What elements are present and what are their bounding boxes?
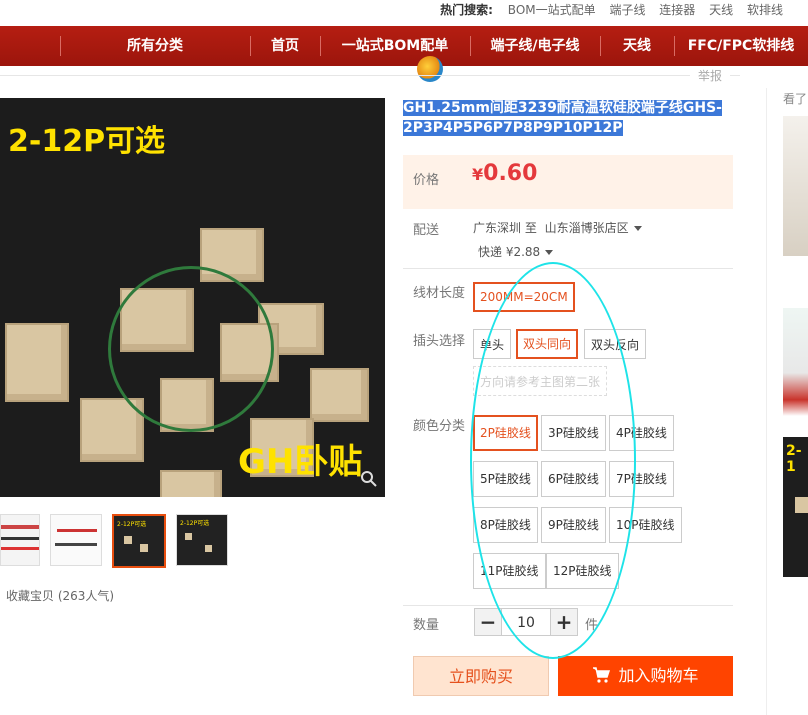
- shipping-route: 广东深圳 至 山东淄博张店区: [473, 219, 642, 236]
- side-recommend-label: 看了: [783, 92, 808, 106]
- plug-option-double-same[interactable]: 双头同向: [516, 329, 579, 359]
- thumbnail-1[interactable]: [0, 514, 40, 566]
- zoom-icon[interactable]: [360, 470, 378, 488]
- add-to-cart-button[interactable]: 加入购物车: [558, 656, 733, 696]
- divider: [766, 88, 767, 715]
- currency-symbol: ¥: [472, 165, 484, 184]
- color-option-12p[interactable]: 12P硅胶线: [546, 553, 619, 589]
- hot-keyword-link[interactable]: BOM一站式配单: [508, 3, 596, 17]
- color-option-11p[interactable]: 11P硅胶线: [473, 553, 546, 589]
- price-panel: [403, 155, 733, 209]
- express-fee: 快递 ¥2.88: [478, 245, 541, 259]
- connector-image-part: [160, 470, 222, 497]
- color-option-3p[interactable]: 3P硅胶线: [541, 415, 606, 451]
- thumbnail-2[interactable]: [50, 514, 102, 566]
- length-label: 线材长度: [413, 286, 466, 301]
- quantity-decrease-button[interactable]: −: [474, 608, 502, 636]
- buy-now-button[interactable]: 立即购买: [413, 656, 549, 696]
- nav-antenna[interactable]: 天线: [600, 26, 674, 66]
- nav-terminal-wire[interactable]: 端子线/电子线: [470, 26, 600, 66]
- chevron-down-icon[interactable]: [545, 250, 554, 255]
- side-thumbnail-caption: 2-1: [786, 443, 802, 475]
- hot-keyword-link[interactable]: 端子线: [609, 3, 645, 17]
- plug-label: 插头选择: [413, 334, 466, 349]
- divider: [0, 75, 740, 76]
- shipping-label: 配送: [413, 223, 440, 238]
- thumbnail-caption: 2-12P可选: [180, 520, 210, 527]
- quantity-input[interactable]: 10: [502, 608, 550, 636]
- side-thumbnail[interactable]: 2-1: [783, 437, 808, 577]
- favorite-link[interactable]: 收藏宝贝 (263人气): [6, 587, 114, 604]
- plug-direction-note: 方向请参考主图第二张: [473, 366, 608, 396]
- image-caption-top: 2-12P可选: [8, 124, 166, 159]
- plug-option-double-reverse[interactable]: 双头反向: [584, 329, 647, 359]
- color-option-8p[interactable]: 8P硅胶线: [473, 507, 538, 543]
- side-thumbnail[interactable]: [783, 116, 808, 256]
- cart-icon: [593, 667, 611, 683]
- report-link[interactable]: 举报: [690, 67, 730, 84]
- length-option-200mm[interactable]: 200MM=20CM: [473, 282, 575, 312]
- price-number: 0.60: [483, 161, 538, 186]
- image-caption-bottom: GH卧贴: [238, 442, 363, 482]
- shop-nav-bar: 所有分类 首页 一站式BOM配单 端子线/电子线 天线 FFC/FPC软排线: [0, 26, 808, 66]
- thumbnail-caption: 2-12P可选: [117, 521, 147, 528]
- express-fee-dropdown[interactable]: 快递 ¥2.88: [478, 243, 554, 260]
- quantity-unit: 件: [585, 618, 599, 633]
- price-label: 价格: [413, 173, 440, 188]
- company-seal-stamp: [108, 266, 274, 432]
- price-value: ¥0.60: [472, 161, 537, 186]
- color-option-6p[interactable]: 6P硅胶线: [541, 461, 606, 497]
- quantity-label: 数量: [413, 618, 440, 633]
- hot-keyword-link[interactable]: 连接器: [659, 3, 695, 17]
- side-thumbnail[interactable]: [783, 308, 808, 416]
- nav-home[interactable]: 首页: [250, 26, 320, 66]
- color-option-9p[interactable]: 9P硅胶线: [541, 507, 606, 543]
- mascot-badge-icon: [417, 56, 443, 82]
- divider: [403, 268, 733, 269]
- color-option-10p[interactable]: 10P硅胶线: [609, 507, 682, 543]
- thumbnail-3-selected[interactable]: 2-12P可选: [112, 514, 166, 568]
- ship-from: 广东深圳 至: [473, 221, 537, 235]
- product-title: GH1.25mm间距3239耐高温软硅胶端子线GHS-2P3P4P5P6P7P8…: [403, 98, 733, 138]
- color-option-4p[interactable]: 4P硅胶线: [609, 415, 674, 451]
- hot-search-label: 热门搜索:: [440, 3, 493, 17]
- favorite-count: (263人气): [57, 589, 115, 603]
- connector-image-part: [310, 368, 369, 422]
- favorite-label: 收藏宝贝: [6, 589, 55, 603]
- color-option-5p[interactable]: 5P硅胶线: [473, 461, 538, 497]
- hot-keyword-link[interactable]: 天线: [709, 3, 733, 17]
- nav-all-categories[interactable]: 所有分类: [60, 26, 250, 66]
- color-option-7p[interactable]: 7P硅胶线: [609, 461, 674, 497]
- chevron-down-icon[interactable]: [633, 226, 642, 231]
- quantity-increase-button[interactable]: +: [550, 608, 578, 636]
- plug-option-single[interactable]: 单头: [473, 329, 512, 359]
- divider: [403, 605, 733, 606]
- hot-keyword-link[interactable]: 软排线: [747, 3, 783, 17]
- hot-search-bar: 热门搜索: BOM一站式配单 端子线 连接器 天线 软排线: [0, 0, 808, 22]
- main-product-image[interactable]: 2-12P可选 GH卧贴: [0, 98, 385, 497]
- color-option-2p[interactable]: 2P硅胶线: [473, 415, 538, 451]
- product-title-text: GH1.25mm间距3239耐高温软硅胶端子线GHS-2P3P4P5P6P7P8…: [403, 100, 722, 136]
- nav-bom[interactable]: 一站式BOM配单: [320, 26, 470, 66]
- nav-ffc-fpc[interactable]: FFC/FPC软排线: [674, 26, 808, 66]
- ship-to-dropdown[interactable]: 山东淄博张店区: [545, 221, 629, 235]
- thumbnail-4[interactable]: 2-12P可选: [176, 514, 228, 566]
- add-to-cart-label: 加入购物车: [618, 666, 699, 685]
- connector-image-part: [5, 323, 69, 402]
- color-label: 颜色分类: [413, 419, 466, 434]
